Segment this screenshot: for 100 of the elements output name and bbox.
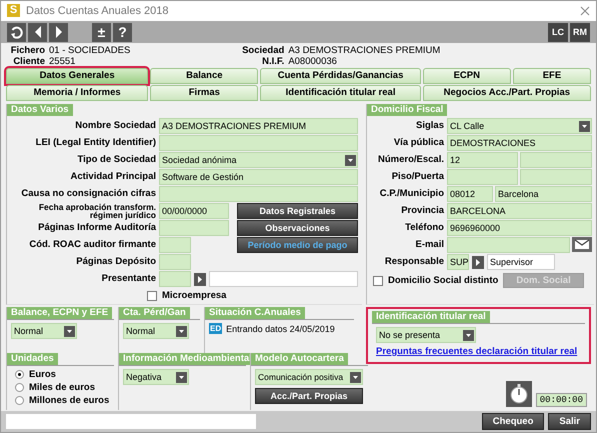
- radio-button[interactable]: [15, 396, 24, 405]
- text-field[interactable]: [159, 254, 191, 270]
- stopwatch-button[interactable]: [506, 381, 532, 407]
- text-field[interactable]: Barcelona: [495, 186, 592, 202]
- arrow-left-icon: [32, 25, 42, 40]
- text-field[interactable]: [159, 186, 358, 202]
- tab[interactable]: EFE: [512, 68, 591, 84]
- field-value: 25551: [49, 56, 76, 68]
- dropdown[interactable]: CL Calle: [447, 118, 592, 134]
- field-label: Presentante: [100, 272, 157, 286]
- code-field[interactable]: [159, 271, 191, 287]
- field-label: Teléfono: [404, 221, 445, 235]
- tab[interactable]: Firmas: [150, 85, 258, 101]
- refresh-icon: [10, 25, 24, 40]
- text-field[interactable]: 12: [447, 152, 518, 168]
- field-value: A3 DEMOSTRACIONES PREMIUM: [288, 45, 440, 56]
- checkbox[interactable]: [373, 276, 383, 286]
- checkbox-label: Domicilio Social distinto: [388, 275, 498, 286]
- back-button[interactable]: [28, 22, 47, 42]
- dropdown[interactable]: Normal: [11, 323, 77, 339]
- field-label: Nombre Sociedad: [74, 119, 157, 133]
- text-field[interactable]: [520, 169, 592, 185]
- field-label: Cód. ROAC auditor firmante: [28, 238, 157, 252]
- text-field[interactable]: [159, 220, 229, 236]
- envelope-button[interactable]: [572, 237, 592, 252]
- tab[interactable]: Cuenta Pérdidas/Ganancias: [260, 68, 421, 84]
- field-label: LEI (Legal Entity Identifier): [34, 136, 157, 150]
- field-label: Número/Escal.: [377, 153, 445, 167]
- field-value: 01 - SOCIEDADES: [49, 45, 130, 56]
- text-field[interactable]: [520, 152, 592, 168]
- arrow-right-icon: [54, 25, 64, 40]
- section-title: Modelo Autocartera: [251, 353, 348, 365]
- dropdown[interactable]: Comunicación positiva: [255, 369, 363, 385]
- dropdown[interactable]: Negativa: [123, 369, 189, 385]
- button[interactable]: Datos Registrales: [237, 203, 358, 219]
- section-title: Datos Varios: [7, 104, 73, 116]
- field-label: Fichero: [10, 45, 45, 56]
- text-field[interactable]: [159, 135, 358, 151]
- radio-label: Miles de euros: [29, 382, 95, 393]
- name-field[interactable]: Supervisor: [487, 254, 555, 270]
- text-field[interactable]: 08012: [447, 186, 493, 202]
- app-logo: S: [7, 4, 20, 18]
- name-field[interactable]: [209, 271, 358, 287]
- field-label: C.P./Municipio: [378, 187, 445, 201]
- toolbar-button[interactable]: ±: [92, 22, 111, 42]
- text-field[interactable]: 00/00/0000: [159, 203, 229, 219]
- toolbar-button[interactable]: RM: [570, 22, 590, 42]
- text-field[interactable]: BARCELONA: [447, 203, 592, 219]
- timer-display: 00:00:00: [536, 393, 587, 407]
- field-label: E-mail: [414, 238, 445, 252]
- dropdown[interactable]: Normal: [123, 323, 189, 339]
- code-field[interactable]: SUP: [447, 254, 469, 270]
- status-badge: ED: [209, 323, 222, 334]
- text-field[interactable]: 9696960000: [447, 220, 592, 236]
- field-label: Piso/Puerta: [390, 170, 446, 184]
- field-label: Vía pública: [392, 136, 446, 150]
- radio-button[interactable]: [15, 383, 24, 392]
- tab[interactable]: Negocios Acc./Part. Propias: [422, 85, 591, 101]
- tab[interactable]: Identificación titular real: [260, 85, 421, 101]
- tab[interactable]: Balance: [150, 68, 258, 84]
- button[interactable]: Observaciones: [237, 220, 358, 236]
- section-title: Balance, ECPN y EFE: [7, 307, 112, 319]
- close-icon[interactable]: [580, 6, 590, 16]
- arrow-right-button[interactable]: [472, 256, 484, 268]
- toolbar-button[interactable]: ?: [113, 22, 132, 42]
- toolbar-button[interactable]: LC: [548, 22, 568, 42]
- button[interactable]: Chequeo: [482, 413, 544, 430]
- button[interactable]: Salir: [548, 413, 591, 430]
- text-field[interactable]: A3 DEMOSTRACIONES PREMIUM: [159, 118, 358, 134]
- radio-label: Millones de euros: [29, 395, 110, 406]
- dropdown[interactable]: No se presenta: [376, 327, 476, 343]
- radio-button[interactable]: [15, 370, 24, 379]
- faq-link[interactable]: Preguntas frecuentes declaración titular real: [376, 346, 578, 357]
- field-label: Provincia: [400, 204, 446, 218]
- section-title: Cta. Pérd/Gan: [119, 307, 190, 319]
- section-title: Unidades: [7, 353, 58, 365]
- checkbox[interactable]: [147, 290, 157, 300]
- tab[interactable]: ECPN: [422, 68, 511, 84]
- text-field[interactable]: [159, 237, 191, 253]
- button[interactable]: Acc./Part. Propias: [255, 388, 363, 404]
- field-label: N.I.F.: [261, 56, 284, 68]
- arrow-right-button[interactable]: [194, 272, 206, 286]
- checkbox-label: Microempresa: [162, 290, 226, 301]
- text-field[interactable]: DEMOSTRACIONES: [447, 135, 592, 151]
- field-label: Páginas Depósito: [75, 255, 157, 269]
- refresh-button[interactable]: [7, 22, 26, 42]
- tab[interactable]: Memoria / Informes: [6, 85, 148, 101]
- tab[interactable]: Datos Generales: [6, 68, 148, 84]
- field-label: Causa no consignación cifras: [20, 187, 157, 201]
- field-value: A08000036: [288, 56, 337, 68]
- dropdown[interactable]: Sociedad anónima: [159, 152, 358, 168]
- forward-button[interactable]: [49, 22, 68, 42]
- text-field[interactable]: Software de Gestión: [159, 169, 358, 185]
- text-field[interactable]: [447, 237, 570, 253]
- field-label: Cliente: [12, 56, 45, 68]
- text-field[interactable]: [447, 169, 518, 185]
- section-title: Identificación titular real: [372, 311, 490, 323]
- field-label: Tipo de Sociedad: [76, 153, 157, 167]
- field-label: Actividad Principal: [69, 170, 157, 184]
- section-title: Domicilio Fiscal: [367, 104, 448, 116]
